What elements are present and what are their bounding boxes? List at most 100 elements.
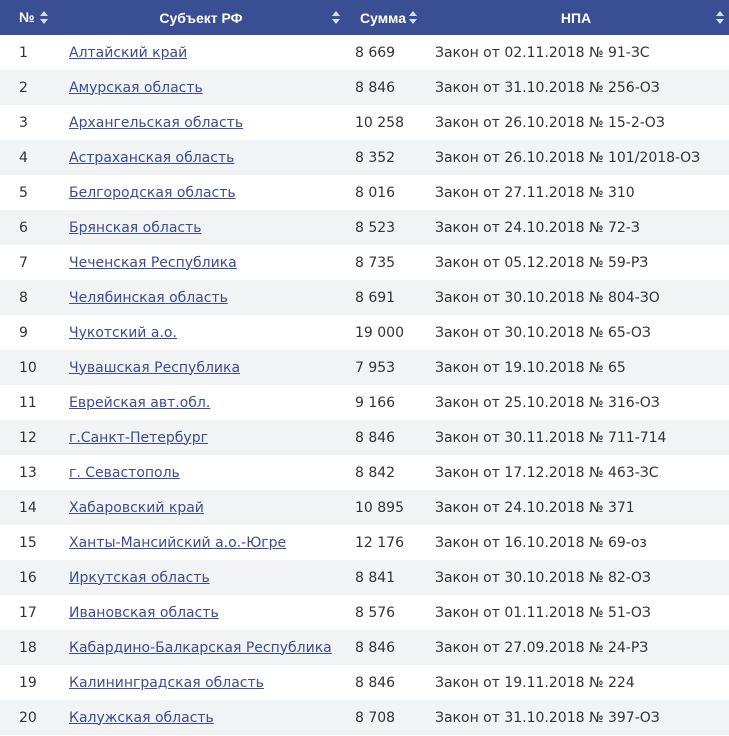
row-num: 10: [19, 359, 37, 376]
row-npa: Закон от 24.10.2018 № 72-З: [435, 219, 640, 236]
subject-link[interactable]: Белгородская область: [69, 185, 236, 201]
header-npa[interactable]: НПА: [423, 0, 729, 35]
subject-link[interactable]: Чукотский а.о.: [69, 325, 177, 341]
row-sum: 8 735: [355, 254, 396, 271]
subject-link[interactable]: Еврейская авт.обл.: [69, 395, 210, 411]
header-subject[interactable]: Субъект РФ: [59, 0, 343, 35]
row-npa: Закон от 30.10.2018 № 65-ОЗ: [435, 324, 651, 341]
row-subject: Алтайский край: [59, 35, 343, 70]
header-sum[interactable]: Сумма: [343, 0, 423, 35]
row-num: 17: [19, 604, 37, 621]
header-subject-label: Субъект РФ: [159, 9, 243, 26]
subject-link[interactable]: Архангельская область: [69, 115, 243, 131]
table-row: 14 Хабаровский край 10 895 Закон от 24.10.2…: [0, 490, 729, 525]
row-subject: Челябинская область: [59, 280, 343, 315]
table-row: 9 Чукотский а.о. 19 000 Закон от 30.10.2018…: [0, 315, 729, 350]
subject-link[interactable]: Кабардино-Балкарская Республика: [69, 640, 332, 656]
row-sum: 8 842: [355, 464, 396, 481]
subject-link[interactable]: Чеченская Республика: [69, 255, 237, 271]
row-num: 15: [19, 534, 37, 551]
row-sum: 8 523: [355, 219, 396, 236]
row-num: 8: [19, 289, 28, 306]
row-sum: 8 846: [355, 674, 396, 691]
row-sum: 10 258: [355, 114, 404, 131]
sort-arrows-icon[interactable]: [332, 11, 340, 24]
subject-link[interactable]: г. Севастополь: [69, 465, 180, 481]
table-row: 10 Чувашская Республика 7 953 Закон от 19.1…: [0, 350, 729, 385]
row-sum: 8 576: [355, 604, 396, 621]
subject-link[interactable]: Челябинская область: [69, 290, 228, 306]
table-row: 7 Чеченская Республика 8 735 Закон от 05.12…: [0, 245, 729, 280]
row-npa: Закон от 27.11.2018 № 310: [435, 184, 635, 201]
subject-link[interactable]: Иркутская область: [69, 570, 210, 586]
row-num: 11: [19, 394, 37, 411]
row-sum: 8 691: [355, 289, 396, 306]
row-subject: Амурская область: [59, 70, 343, 105]
row-num: 9: [19, 324, 28, 341]
subject-link[interactable]: Хабаровский край: [69, 500, 204, 516]
header-num[interactable]: №: [0, 0, 59, 35]
table-row: 4 Астраханская область 8 352 Закон от 26.10…: [0, 140, 729, 175]
sort-arrows-icon[interactable]: [716, 11, 724, 24]
row-subject: Чувашская Республика: [59, 350, 343, 385]
table-row: 20 Калужская область 8 708 Закон от 31.10.2…: [0, 700, 729, 735]
row-num: 20: [19, 709, 37, 726]
table-row: 19 Калининградская область 8 846 Закон от 1…: [0, 665, 729, 700]
row-subject: Брянская область: [59, 210, 343, 245]
row-subject: Калининградская область: [59, 665, 343, 700]
table-row: 8 Челябинская область 8 691 Закон от 30.10.…: [0, 280, 729, 315]
subject-link[interactable]: Брянская область: [69, 220, 202, 236]
row-npa: Закон от 27.09.2018 № 24-РЗ: [435, 639, 649, 656]
row-npa: Закон от 19.10.2018 № 65: [435, 359, 626, 376]
table-row: 11 Еврейская авт.обл. 9 166 Закон от 25.10.…: [0, 385, 729, 420]
header-num-label: №: [19, 9, 35, 25]
subject-link[interactable]: Алтайский край: [69, 45, 187, 61]
header-npa-label: НПА: [560, 9, 592, 26]
row-subject: Белгородская область: [59, 175, 343, 210]
row-sum: 8 352: [355, 149, 396, 166]
row-subject: г. Севастополь: [59, 455, 343, 490]
table-row: 1 Алтайский край 8 669 Закон от 02.11.2018 …: [0, 35, 729, 70]
row-npa: Закон от 02.11.2018 № 91-ЗС: [435, 44, 650, 61]
subject-link[interactable]: Амурская область: [69, 80, 203, 96]
row-num: 2: [19, 79, 28, 96]
subject-link[interactable]: г.Санкт-Петербург: [69, 430, 208, 446]
row-npa: Закон от 30.10.2018 № 82-ОЗ: [435, 569, 651, 586]
header-sum-label: Сумма: [359, 9, 407, 26]
row-num: 3: [19, 114, 28, 131]
table-row: 3 Архангельская область 10 258 Закон от 26.…: [0, 105, 729, 140]
subject-link[interactable]: Калужская область: [69, 710, 214, 726]
sort-arrows-icon[interactable]: [40, 11, 48, 24]
sort-arrows-icon[interactable]: [409, 11, 417, 24]
subject-link[interactable]: Калининградская область: [69, 675, 264, 691]
row-sum: 8 708: [355, 709, 396, 726]
table-row: 18 Кабардино-Балкарская Республика 8 846 За…: [0, 630, 729, 665]
row-subject: Астраханская область: [59, 140, 343, 175]
subject-link[interactable]: Ивановская область: [69, 605, 219, 621]
row-subject: Ивановская область: [59, 595, 343, 630]
subject-link[interactable]: Ханты-Мансийский а.о.-Югре: [69, 535, 286, 551]
row-npa: Закон от 01.11.2018 № 51-ОЗ: [435, 604, 651, 621]
row-npa: Закон от 17.12.2018 № 463-ЗС: [435, 464, 659, 481]
row-subject: Еврейская авт.обл.: [59, 385, 343, 420]
subject-link[interactable]: Чувашская Республика: [69, 360, 240, 376]
row-subject: Хабаровский край: [59, 490, 343, 525]
row-subject: Чеченская Республика: [59, 245, 343, 280]
row-num: 18: [19, 639, 37, 656]
subject-link[interactable]: Астраханская область: [69, 150, 234, 166]
row-npa: Закон от 31.10.2018 № 256-ОЗ: [435, 79, 660, 96]
row-subject: Ханты-Мансийский а.о.-Югре: [59, 525, 343, 560]
row-sum: 8 846: [355, 429, 396, 446]
row-subject: Калужская область: [59, 700, 343, 735]
row-num: 16: [19, 569, 37, 586]
table-row: 15 Ханты-Мансийский а.о.-Югре 12 176 Закон …: [0, 525, 729, 560]
table-row: 17 Ивановская область 8 576 Закон от 01.11.…: [0, 595, 729, 630]
row-subject: г.Санкт-Петербург: [59, 420, 343, 455]
table-row: 13 г. Севастополь 8 842 Закон от 17.12.2018…: [0, 455, 729, 490]
row-num: 7: [19, 254, 28, 271]
row-num: 12: [19, 429, 37, 446]
row-sum: 12 176: [355, 534, 404, 551]
row-sum: 9 166: [355, 394, 396, 411]
row-sum: 8 016: [355, 184, 396, 201]
row-npa: Закон от 25.10.2018 № 316-ОЗ: [435, 394, 660, 411]
